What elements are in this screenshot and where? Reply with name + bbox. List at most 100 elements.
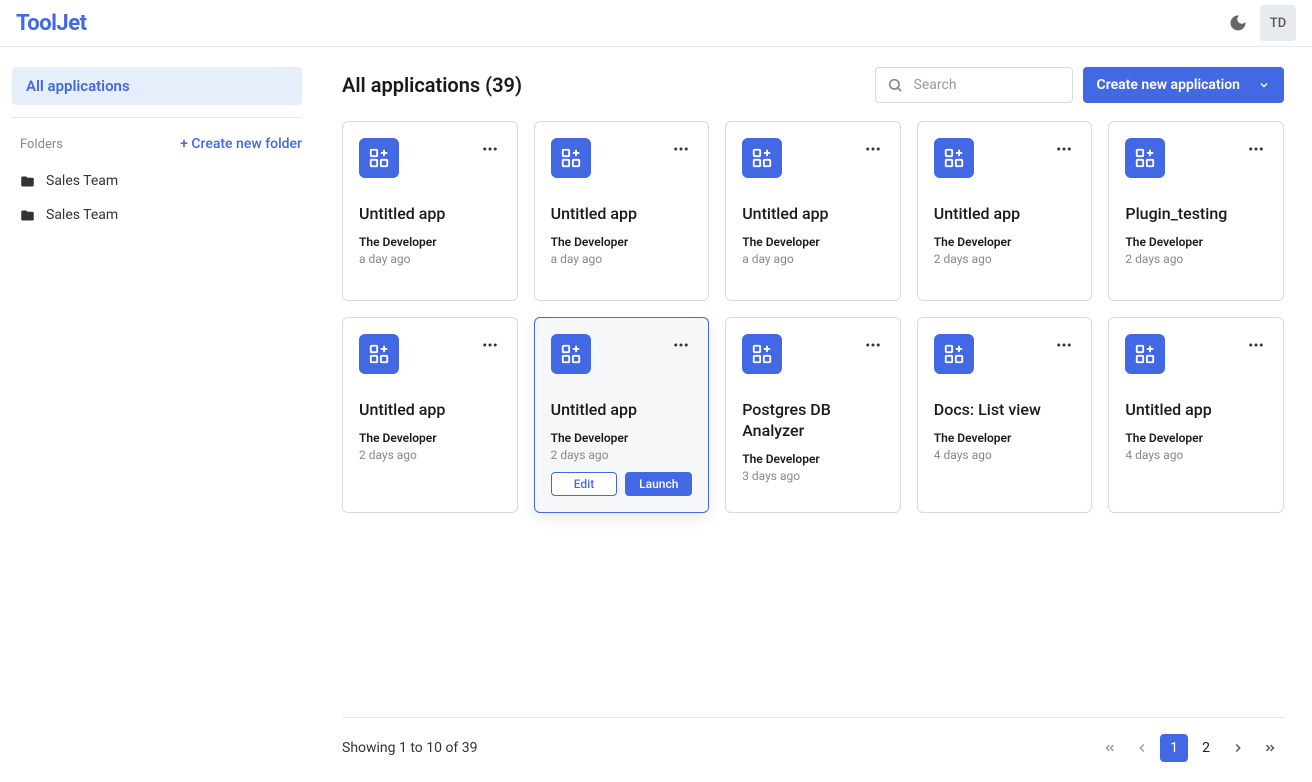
- app-time: 2 days ago: [359, 448, 501, 462]
- showing-text: Showing 1 to 10 of 39: [342, 740, 478, 756]
- launch-button[interactable]: Launch: [625, 472, 692, 496]
- page-title: All applications (39): [342, 73, 522, 97]
- folder-icon: [20, 173, 36, 189]
- app-card[interactable]: Docs: List view The Developer 4 days ago: [917, 317, 1093, 513]
- app-title: Untitled app: [934, 204, 1076, 225]
- app-author: The Developer: [551, 431, 693, 445]
- create-folder-button[interactable]: + Create new folder: [180, 136, 302, 152]
- create-button-label: Create new application: [1097, 77, 1240, 93]
- header-actions: Create new application: [875, 67, 1284, 103]
- app-card[interactable]: Plugin_testing The Developer 2 days ago: [1108, 121, 1284, 301]
- page-last-icon[interactable]: [1256, 734, 1284, 762]
- app-author: The Developer: [742, 235, 884, 249]
- header-right: TD: [1226, 5, 1296, 41]
- app-time: 2 days ago: [934, 252, 1076, 266]
- logo[interactable]: ToolJet: [16, 11, 87, 36]
- folder-name: Sales Team: [46, 207, 118, 223]
- app-title: Untitled app: [551, 204, 693, 225]
- app-card[interactable]: Untitled app The Developer 2 days ago: [917, 121, 1093, 301]
- card-menu-icon[interactable]: [1245, 334, 1267, 360]
- folder-item[interactable]: Sales Team: [0, 198, 314, 232]
- avatar[interactable]: TD: [1260, 5, 1296, 41]
- create-application-button[interactable]: Create new application: [1083, 67, 1284, 103]
- app-title: Untitled app: [359, 204, 501, 225]
- page-number[interactable]: 1: [1160, 734, 1188, 762]
- main-layout: All applications Folders + Create new fo…: [0, 47, 1312, 782]
- content: All applications (39) Create new applica…: [314, 47, 1312, 782]
- search-input[interactable]: [875, 67, 1073, 103]
- folder-item[interactable]: Sales Team: [0, 164, 314, 198]
- card-menu-icon[interactable]: [1245, 138, 1267, 164]
- card-top: [1125, 138, 1267, 178]
- card-menu-icon[interactable]: [670, 138, 692, 164]
- app-author: The Developer: [551, 235, 693, 249]
- card-menu-icon[interactable]: [670, 334, 692, 360]
- app-grid: Untitled app The Developer a day ago Unt…: [342, 121, 1284, 513]
- app-icon: [359, 334, 399, 374]
- card-top: [551, 334, 693, 374]
- app-card[interactable]: Postgres DB Analyzer The Developer 3 day…: [725, 317, 901, 513]
- folder-list: Sales Team Sales Team: [0, 164, 314, 232]
- app-icon: [551, 138, 591, 178]
- app-title: Untitled app: [359, 400, 501, 421]
- card-top: [742, 334, 884, 374]
- card-menu-icon[interactable]: [479, 138, 501, 164]
- app-card[interactable]: Untitled app The Developer a day ago: [725, 121, 901, 301]
- page-numbers: 12: [1160, 734, 1220, 762]
- app-author: The Developer: [742, 452, 884, 466]
- page-next-icon[interactable]: [1224, 734, 1252, 762]
- app-title: Untitled app: [742, 204, 884, 225]
- app-author: The Developer: [934, 235, 1076, 249]
- card-menu-icon[interactable]: [862, 334, 884, 360]
- card-top: [742, 138, 884, 178]
- top-header: ToolJet TD: [0, 0, 1312, 47]
- app-author: The Developer: [1125, 235, 1267, 249]
- card-top: [359, 138, 501, 178]
- app-title: Docs: List view: [934, 400, 1076, 421]
- footer: Showing 1 to 10 of 39 12: [342, 717, 1284, 762]
- app-time: 2 days ago: [1125, 252, 1267, 266]
- folder-name: Sales Team: [46, 173, 118, 189]
- sidebar: All applications Folders + Create new fo…: [0, 47, 314, 782]
- app-card[interactable]: Untitled app The Developer a day ago: [534, 121, 710, 301]
- page-prev-icon[interactable]: [1128, 734, 1156, 762]
- card-top: [551, 138, 693, 178]
- card-top: [359, 334, 501, 374]
- app-card[interactable]: Untitled app The Developer a day ago: [342, 121, 518, 301]
- app-icon: [742, 334, 782, 374]
- app-icon: [359, 138, 399, 178]
- search-icon: [887, 77, 903, 93]
- card-menu-icon[interactable]: [862, 138, 884, 164]
- card-actions: Edit Launch: [551, 472, 693, 496]
- app-title: Plugin_testing: [1125, 204, 1267, 225]
- card-top: [934, 334, 1076, 374]
- chevron-down-icon: [1258, 79, 1270, 91]
- card-menu-icon[interactable]: [1053, 138, 1075, 164]
- app-title: Untitled app: [1125, 400, 1267, 421]
- card-menu-icon[interactable]: [479, 334, 501, 360]
- app-card[interactable]: Untitled app The Developer 2 days ago: [342, 317, 518, 513]
- app-time: a day ago: [742, 252, 884, 266]
- page-first-icon[interactable]: [1096, 734, 1124, 762]
- card-top: [1125, 334, 1267, 374]
- sidebar-item-all-applications[interactable]: All applications: [12, 67, 302, 105]
- app-time: 2 days ago: [551, 448, 693, 462]
- edit-button[interactable]: Edit: [551, 472, 618, 496]
- app-icon: [1125, 138, 1165, 178]
- card-top: [934, 138, 1076, 178]
- app-card[interactable]: Untitled app The Developer 2 days ago Ed…: [534, 317, 710, 513]
- content-header: All applications (39) Create new applica…: [342, 67, 1284, 103]
- card-menu-icon[interactable]: [1053, 334, 1075, 360]
- folder-icon: [20, 207, 36, 223]
- app-time: 3 days ago: [742, 469, 884, 483]
- app-author: The Developer: [934, 431, 1076, 445]
- app-time: a day ago: [359, 252, 501, 266]
- app-card[interactable]: Untitled app The Developer 4 days ago: [1108, 317, 1284, 513]
- folders-label: Folders: [20, 137, 63, 152]
- app-icon: [742, 138, 782, 178]
- app-title: Untitled app: [551, 400, 693, 421]
- folders-header: Folders + Create new folder: [0, 118, 314, 164]
- theme-toggle-icon[interactable]: [1226, 11, 1250, 35]
- page-number[interactable]: 2: [1192, 734, 1220, 762]
- search-box: [875, 67, 1073, 103]
